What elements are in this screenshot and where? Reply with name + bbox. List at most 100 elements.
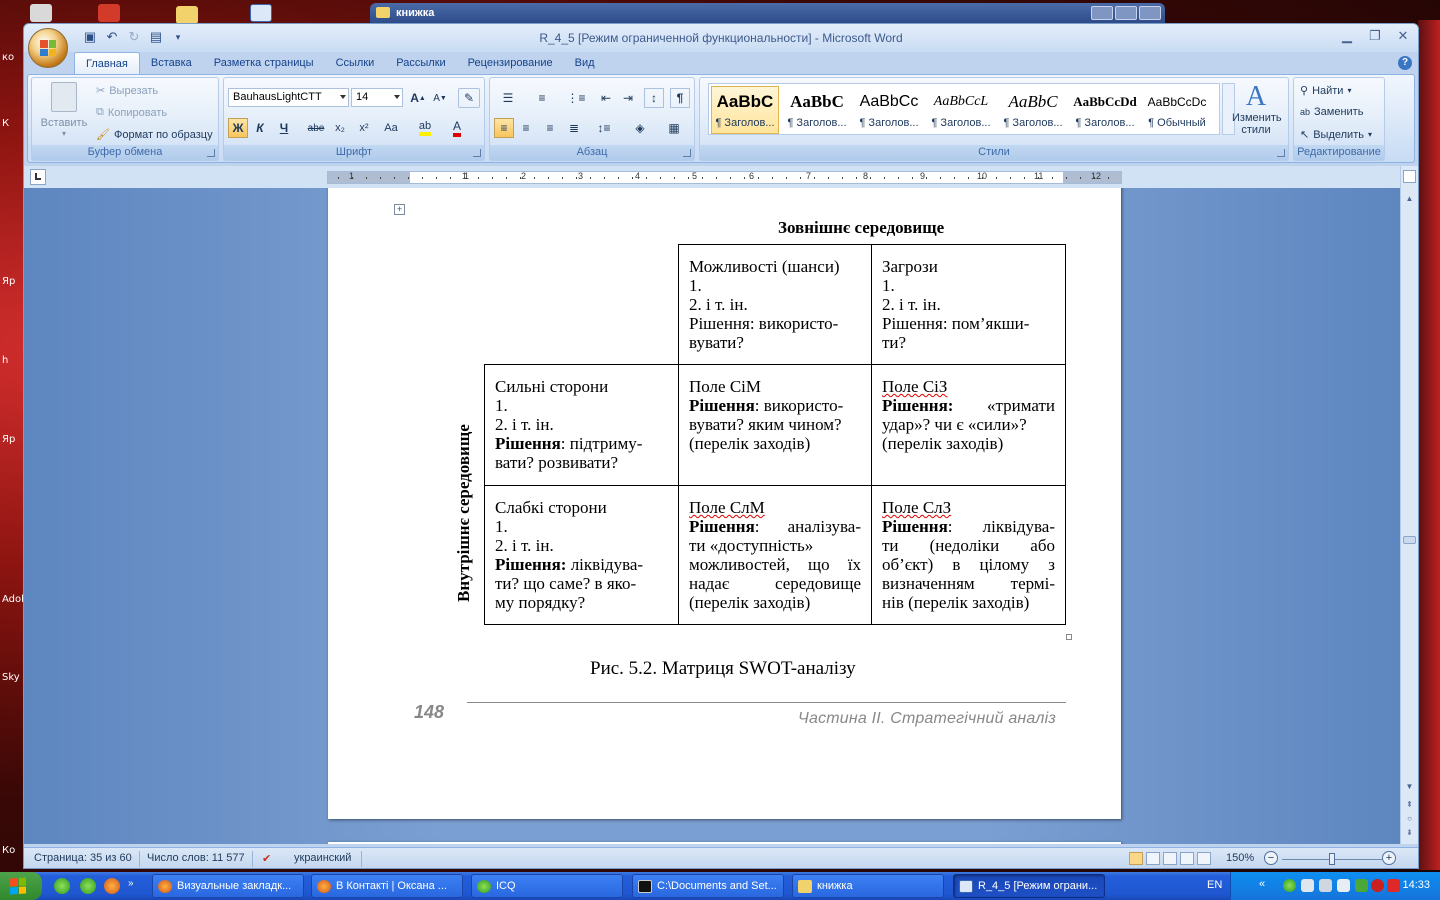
close-button[interactable]: [1139, 6, 1161, 20]
strikethrough-button[interactable]: abe: [304, 118, 328, 138]
style-item[interactable]: AaBbCc ¶ Заголов...: [855, 86, 923, 134]
align-right-button[interactable]: ≡: [540, 118, 560, 138]
style-item[interactable]: AaBbC ¶ Заголов...: [783, 86, 851, 134]
language-indicator[interactable]: EN: [1207, 879, 1222, 891]
minimize-button[interactable]: ▁: [1338, 28, 1356, 44]
title-bar[interactable]: ▣ ↶ ↻ ▤ ▾ R_4_5 [Режим ограниченной функ…: [24, 24, 1418, 52]
select-button[interactable]: ↖ Выделить ▾: [1300, 128, 1372, 142]
sort-button[interactable]: ↕: [644, 88, 664, 108]
dialog-launcher-icon[interactable]: [207, 149, 215, 157]
spellcheck-icon[interactable]: ✔: [262, 852, 271, 865]
bluetooth-tray-icon[interactable]: [1319, 879, 1332, 892]
tab-view[interactable]: Вид: [564, 52, 606, 74]
italic-button[interactable]: К: [250, 118, 270, 138]
document-area[interactable]: + Зовнішнє середовище Внутрішнє середови…: [24, 188, 1402, 844]
zoom-in-button[interactable]: +: [1382, 851, 1396, 865]
change-styles-button[interactable]: A Изменить стили: [1226, 82, 1286, 137]
icq-tray-icon[interactable]: [1283, 879, 1296, 892]
pdf-shortcut-icon[interactable]: [98, 4, 120, 22]
dialog-launcher-icon[interactable]: [683, 149, 691, 157]
maximize-button[interactable]: [1115, 6, 1137, 20]
taskbar-item-cmd[interactable]: C:\Documents and Set...: [632, 874, 784, 898]
taskbar-item-vkontakte[interactable]: В Контакті | Оксана ...: [311, 874, 463, 898]
previous-page-icon[interactable]: ⇞: [1404, 800, 1415, 809]
zoom-out-button[interactable]: −: [1264, 851, 1278, 865]
next-document-page[interactable]: [328, 842, 1121, 844]
table-cell-threats[interactable]: Загрози 1. 2. і т. ін. Рішення: пом’якши…: [871, 244, 1066, 365]
taskbar-item-folder[interactable]: книжка: [792, 874, 944, 898]
tray-expand-icon[interactable]: «: [1259, 878, 1265, 890]
font-name-combo[interactable]: BauhausLightCTT: [228, 88, 349, 107]
table-cell-field-st[interactable]: Поле СіЗ Рішення: «тримати удар»? чи є «…: [871, 364, 1066, 486]
underline-button[interactable]: Ч: [274, 118, 294, 138]
tab-home[interactable]: Главная: [74, 52, 140, 74]
format-painter-button[interactable]: 🖌 Формат по образцу: [96, 128, 213, 142]
desktop-label[interactable]: Яр: [2, 434, 15, 445]
restore-button[interactable]: ❐: [1366, 28, 1384, 44]
web-layout-view-button[interactable]: [1163, 852, 1177, 865]
tab-selector-button[interactable]: [30, 169, 46, 185]
paste-button[interactable]: Вставить ▾: [36, 82, 92, 138]
increase-indent-button[interactable]: ⇥: [618, 88, 638, 108]
align-center-button[interactable]: ≡: [516, 118, 536, 138]
volume-tray-icon[interactable]: [1337, 879, 1350, 892]
draft-view-button[interactable]: [1197, 852, 1211, 865]
style-item[interactable]: AaBbCcDc ¶ Обычный: [1143, 86, 1211, 134]
change-case-button[interactable]: Aa: [378, 118, 404, 138]
dialog-launcher-icon[interactable]: [473, 149, 481, 157]
ruler-toggle-icon[interactable]: [1403, 170, 1416, 183]
scroll-down-arrow-icon[interactable]: ▼: [1404, 782, 1415, 791]
more-quicklaunch-icon[interactable]: »: [128, 878, 140, 894]
taskbar-item-firefox-bookmarks[interactable]: Визуальные закладк...: [152, 874, 304, 898]
superscript-button[interactable]: x²: [354, 118, 374, 138]
replace-button[interactable]: ab Заменить: [1300, 106, 1363, 118]
outline-view-button[interactable]: [1180, 852, 1194, 865]
font-color-button[interactable]: A: [444, 118, 470, 138]
line-spacing-button[interactable]: ↕≡: [590, 118, 618, 138]
copy-button[interactable]: ⧉ Копировать: [96, 106, 167, 119]
desktop-shortcut-icon[interactable]: [30, 4, 52, 22]
horizontal-ruler[interactable]: 1 1 1 2 3 4 5 6 7 8 9 10 11 12: [327, 171, 1122, 184]
bold-button[interactable]: Ж: [228, 118, 248, 138]
document-page[interactable]: + Зовнішнє середовище Внутрішнє середови…: [328, 188, 1121, 819]
security-tray-icon[interactable]: [1371, 879, 1384, 892]
desktop-label[interactable]: Яр: [2, 276, 15, 287]
clock[interactable]: 14:33: [1402, 879, 1430, 891]
table-cell-strengths[interactable]: Сильні сторони 1. 2. і т. ін. Рішення: п…: [484, 364, 679, 486]
desktop-label[interactable]: ко: [2, 52, 14, 63]
cut-button[interactable]: ✂ Вырезать: [96, 84, 158, 98]
table-cell-field-wt[interactable]: Поле СлЗ Рішення: ліквідува- ти (недолік…: [871, 485, 1066, 625]
antivirus-tray-icon[interactable]: [1387, 879, 1400, 892]
desktop-label[interactable]: К: [2, 118, 9, 129]
tab-review[interactable]: Рецензирование: [457, 52, 564, 74]
table-cell-field-sm[interactable]: Поле СіМ Рішення: викорис­то- вувати? як…: [678, 364, 872, 486]
find-button[interactable]: ⚲ Найти ▾: [1300, 84, 1351, 98]
network-tray-icon[interactable]: [1301, 879, 1314, 892]
desktop-label[interactable]: Ко: [2, 845, 15, 856]
icq-quicklaunch-icon[interactable]: [54, 878, 70, 894]
language-status[interactable]: украинский: [294, 852, 351, 864]
clear-formatting-button[interactable]: ✎: [458, 88, 480, 108]
shrink-font-button[interactable]: A ▼: [430, 88, 450, 108]
page-count-status[interactable]: Страница: 35 из 60: [34, 852, 132, 864]
scroll-up-arrow-icon[interactable]: ▲: [1404, 194, 1415, 203]
style-item[interactable]: AaBbC ¶ Заголов...: [999, 86, 1067, 134]
table-cell-opportunities[interactable]: Можливості (шанси) 1. 2. і т. ін. Рішенн…: [678, 244, 872, 365]
word-doc-shortcut-icon[interactable]: [250, 4, 272, 22]
tab-mailings[interactable]: Рассылки: [385, 52, 456, 74]
desktop-label[interactable]: h: [2, 355, 8, 366]
close-button[interactable]: ✕: [1394, 28, 1412, 44]
tab-page-layout[interactable]: Разметка страницы: [203, 52, 325, 74]
full-screen-reading-view-button[interactable]: [1146, 852, 1160, 865]
subscript-button[interactable]: x₂: [330, 118, 350, 138]
battery-tray-icon[interactable]: [1355, 879, 1368, 892]
style-item[interactable]: AaBbCcDd ¶ Заголов...: [1071, 86, 1139, 134]
office-button[interactable]: [28, 28, 68, 68]
print-layout-view-button[interactable]: [1129, 852, 1143, 865]
justify-button[interactable]: ≣: [564, 118, 584, 138]
decrease-indent-button[interactable]: ⇤: [596, 88, 616, 108]
table-cell-weaknesses[interactable]: Слабкі сторони 1. 2. і т. ін. Рішення: л…: [484, 485, 679, 625]
minimize-button[interactable]: [1091, 6, 1113, 20]
browse-object-icon[interactable]: ○: [1404, 814, 1415, 823]
grow-font-button[interactable]: A ▲: [408, 88, 428, 108]
